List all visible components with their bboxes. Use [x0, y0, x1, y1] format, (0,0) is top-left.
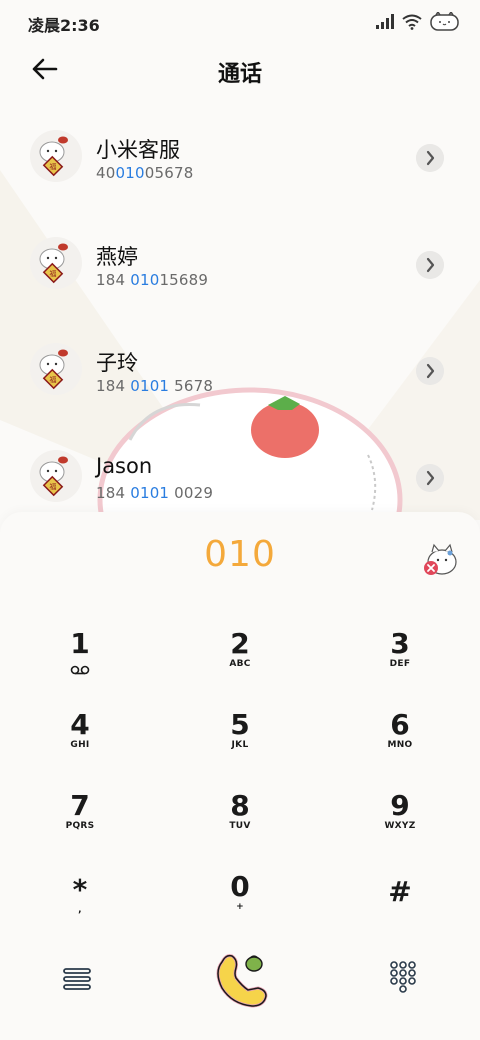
key-digit: # — [388, 875, 412, 908]
number-suffix: 05678 — [144, 164, 194, 182]
key-letters: JKL — [231, 740, 249, 750]
contact-name: 小米客服 — [96, 138, 180, 162]
wifi-icon — [402, 14, 422, 30]
key-letters: ABC — [229, 659, 251, 669]
number-prefix: 40 — [96, 164, 116, 182]
key-1[interactable]: 1 — [20, 628, 140, 698]
key-3[interactable]: 3 DEF — [340, 628, 460, 698]
svg-text:福: 福 — [50, 269, 57, 278]
number-suffix: 5678 — [169, 377, 214, 395]
key-digit: 5 — [230, 708, 250, 741]
svg-text:福: 福 — [50, 162, 57, 171]
status-icons — [376, 10, 460, 34]
key-letters: GHI — [70, 740, 90, 750]
svg-text:福: 福 — [50, 482, 57, 491]
key-0[interactable]: 0 + — [180, 871, 300, 941]
chevron-right-icon[interactable] — [416, 144, 444, 172]
key-letters: PQRS — [65, 821, 95, 831]
key-letters: WXYZ — [384, 821, 416, 831]
header: 通话 — [0, 44, 480, 96]
key-letters: + — [236, 902, 244, 912]
key-letters: MNO — [387, 740, 413, 750]
contact-name: Jason — [96, 454, 153, 478]
key-digit: 1 — [70, 627, 90, 660]
contact-number: 184 01015689 — [96, 271, 208, 289]
key-9[interactable]: 9 WXYZ — [340, 790, 460, 860]
number-match: 010 — [115, 164, 145, 182]
delete-button-icon[interactable] — [420, 538, 460, 578]
signal-icon — [376, 14, 394, 29]
battery-icon — [430, 12, 459, 31]
contact-name: 燕婷 — [96, 245, 138, 269]
status-bar: 凌晨2:36 — [0, 0, 480, 44]
page-title: 通话 — [217, 62, 262, 87]
voicemail-icon — [70, 665, 90, 675]
key-digit: 2 — [230, 627, 250, 660]
number-match: 0101 — [130, 377, 170, 395]
key-letters: TUV — [229, 821, 251, 831]
chevron-right-icon[interactable] — [416, 251, 444, 279]
key-digit: 0 — [230, 870, 250, 903]
contact-item[interactable]: 福 燕婷 184 01015689 — [0, 211, 480, 318]
key-6[interactable]: 6 MNO — [340, 709, 460, 779]
key-digit: 3 — [390, 627, 410, 660]
key-7[interactable]: 7 PQRS — [20, 790, 140, 860]
key-digit: * — [72, 873, 88, 906]
key-digit: 4 — [70, 708, 90, 741]
menu-icon[interactable] — [62, 964, 92, 994]
avatar: 福 — [30, 450, 82, 502]
number-suffix: 15689 — [159, 271, 209, 289]
contact-item[interactable]: 福 小米客服 4001005678 — [0, 104, 480, 211]
number-match: 010 — [130, 271, 160, 289]
status-time: 凌晨2:36 — [28, 16, 100, 35]
contact-number: 184 0101 5678 — [96, 377, 213, 395]
key-5[interactable]: 5 JKL — [180, 709, 300, 779]
dialer-bottom-bar — [0, 942, 480, 1014]
number-suffix: 0029 — [169, 484, 214, 502]
dialed-number: 010 — [204, 534, 276, 575]
svg-text:福: 福 — [50, 375, 57, 384]
number-prefix: 184 — [96, 484, 131, 502]
dialpad-icon[interactable] — [388, 960, 418, 994]
contact-item[interactable]: 福 子玲 184 0101 5678 — [0, 317, 480, 424]
contact-number: 184 0101 0029 — [96, 484, 213, 502]
key-8[interactable]: 8 TUV — [180, 790, 300, 860]
chevron-right-icon[interactable] — [416, 357, 444, 385]
call-button-icon[interactable] — [208, 946, 274, 1012]
contact-number: 4001005678 — [96, 164, 193, 182]
number-prefix: 184 — [96, 377, 131, 395]
key-star[interactable]: * , — [20, 874, 140, 944]
key-digit: 8 — [230, 789, 250, 822]
avatar: 福 — [30, 237, 82, 289]
key-letters: DEF — [389, 659, 411, 669]
key-2[interactable]: 2 ABC — [180, 628, 300, 698]
number-prefix: 184 — [96, 271, 131, 289]
key-digit: 9 — [390, 789, 410, 822]
key-digit: 7 — [70, 789, 90, 822]
dialer-panel: 010 1 2 ABC 3 DEF 4 GHI 5 JKL 6 MNO 7 PQ… — [0, 512, 480, 1040]
key-letters: , — [78, 905, 82, 915]
chevron-right-icon[interactable] — [416, 464, 444, 492]
number-match: 0101 — [130, 484, 170, 502]
avatar: 福 — [30, 343, 82, 395]
contact-name: 子玲 — [96, 351, 138, 375]
key-digit: 6 — [390, 708, 410, 741]
key-4[interactable]: 4 GHI — [20, 709, 140, 779]
key-hash[interactable]: # — [340, 876, 460, 946]
avatar: 福 — [30, 130, 82, 182]
